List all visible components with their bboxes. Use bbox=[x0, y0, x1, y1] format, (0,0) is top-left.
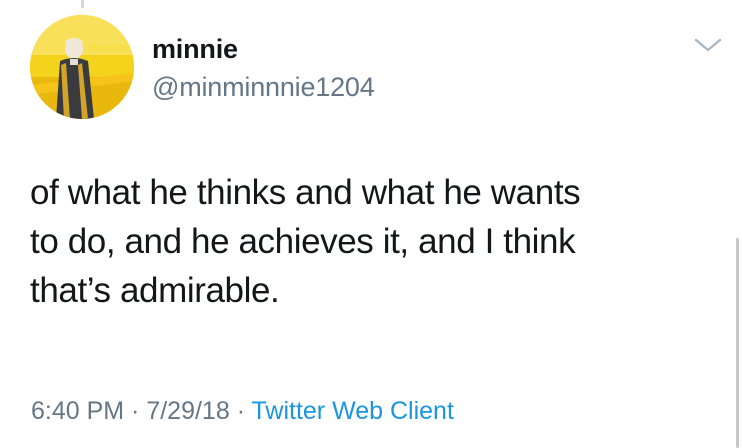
meta-separator: · bbox=[229, 397, 252, 425]
tweet-time[interactable]: 6:40 PM bbox=[31, 397, 124, 425]
tweet-text-line: that’s admirable. bbox=[30, 271, 280, 310]
tweet-metadata: 6:40 PM · 7/29/18 · Twitter Web Client bbox=[31, 396, 454, 426]
user-handle[interactable]: @minminnnie1204 bbox=[152, 72, 375, 102]
tweet-text-line: to do, and he achieves it, and I think bbox=[30, 222, 576, 261]
tweet-source-link[interactable]: Twitter Web Client bbox=[252, 397, 454, 425]
display-name[interactable]: minnie bbox=[152, 34, 238, 64]
tweet-card: minnie @minminnnie1204 of what he thinks… bbox=[0, 0, 742, 448]
chevron-down-icon[interactable] bbox=[693, 35, 723, 55]
tweet-text-line: of what he thinks and what he wants bbox=[30, 173, 581, 212]
thread-connector-line bbox=[81, 0, 84, 8]
avatar[interactable] bbox=[30, 15, 134, 119]
meta-separator: · bbox=[124, 397, 147, 425]
tweet-text: of what he thinks and what he wants to d… bbox=[30, 168, 720, 315]
tweet-date[interactable]: 7/29/18 bbox=[146, 397, 229, 425]
scrollbar[interactable] bbox=[736, 238, 739, 448]
